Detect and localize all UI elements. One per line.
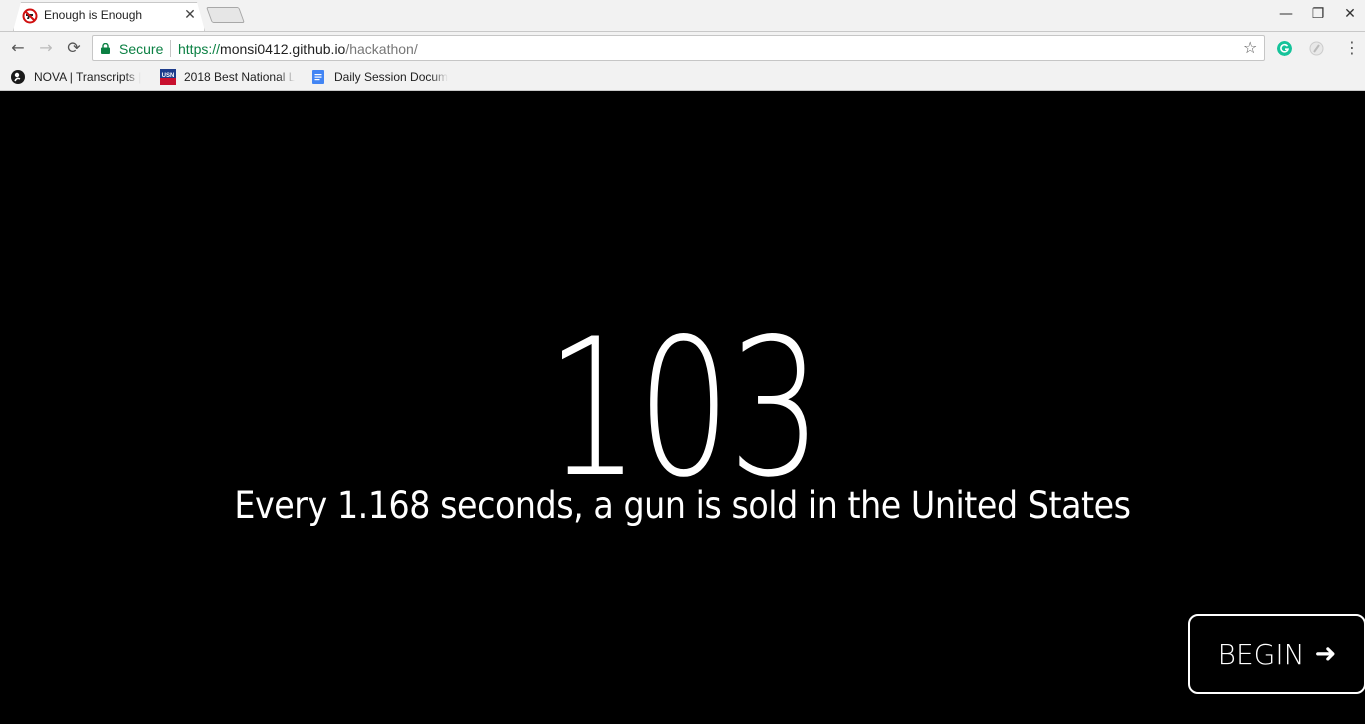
restore-icon[interactable]: ❐ [1304,4,1332,24]
usnews-icon: USN [160,69,176,85]
url-host: monsi0412.github.io [220,41,346,57]
url-scheme: https:// [178,41,221,57]
browser-toolbar: ← → ⟳ Secure https://monsi0412.github.io… [0,31,1365,63]
bookmark-item[interactable]: Daily Session Docum [310,68,448,86]
window-close-icon[interactable]: ✕ [1336,4,1364,24]
lock-icon [101,43,110,54]
forward-arrow-icon[interactable]: → [35,37,57,59]
bookmark-item[interactable]: USN 2018 Best National L [160,68,298,86]
begin-label: BEGIN [1217,637,1305,671]
url-path: /hackathon/ [345,41,418,57]
begin-button[interactable]: BEGIN ➜ [1188,614,1365,694]
tab-title: Enough is Enough [44,8,143,22]
arrow-right-icon: ➜ [1314,639,1337,669]
address-bar[interactable]: Secure https://monsi0412.github.io/hacka… [92,35,1265,61]
bookmark-label: NOVA | Transcripts | [34,70,142,84]
gun-sales-counter: 103 [545,298,823,519]
svg-text:USN: USN [162,73,175,79]
reload-icon[interactable]: ⟳ [63,37,85,59]
active-tab[interactable]: Enough is Enough ✕ [13,2,205,31]
tab-strip: Enough is Enough ✕ — ❐ ✕ [0,0,1365,31]
secure-label: Secure [119,41,164,57]
minimize-icon[interactable]: — [1272,4,1300,24]
extension-icon[interactable] [1309,41,1324,56]
new-tab-button[interactable] [206,7,245,23]
browser-menu-icon[interactable]: ⋮ [1344,38,1360,58]
pbs-icon [11,70,25,84]
url-text[interactable]: https://monsi0412.github.io/hackathon/ [178,41,418,57]
bookmark-label: 2018 Best National L [184,70,296,84]
grammarly-icon[interactable] [1277,41,1292,56]
omnibox-divider [170,40,171,57]
back-arrow-icon[interactable]: ← [7,37,29,59]
statistic-caption: Every 1.168 seconds, a gun is sold in th… [234,484,1131,527]
bookmark-label: Daily Session Docum [334,70,448,84]
bookmarks-bar: NOVA | Transcripts | USN 2018 Best Natio… [0,63,1365,91]
google-docs-icon [312,70,324,84]
page-content: 103 Every 1.168 seconds, a gun is sold i… [0,91,1365,724]
bookmark-item[interactable]: NOVA | Transcripts | [10,68,145,86]
no-guns-icon [22,8,38,24]
bookmark-star-icon[interactable]: ☆ [1243,38,1257,57]
tab-close-icon[interactable]: ✕ [183,7,197,21]
